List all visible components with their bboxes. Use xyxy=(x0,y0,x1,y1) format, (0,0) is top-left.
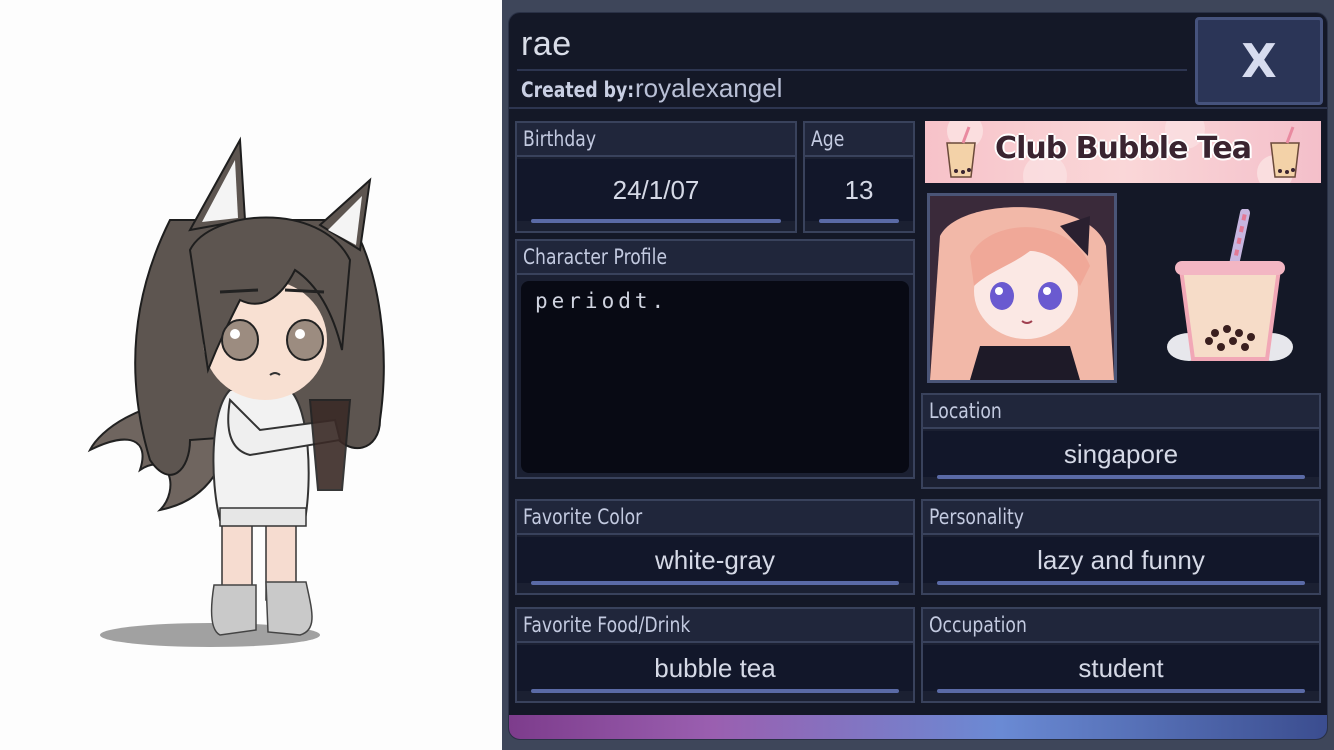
character-sprite xyxy=(87,136,385,647)
favorite-food-field[interactable]: Favorite Food/Drink bubble tea xyxy=(515,607,915,703)
favorite-color-field[interactable]: Favorite Color white-gray xyxy=(515,499,915,595)
birthday-field[interactable]: Birthday 24/1/07 xyxy=(515,121,797,233)
created-by-row: Created by: royalexangel xyxy=(521,73,782,107)
bubble-tea-icon xyxy=(1167,209,1293,361)
created-by-label: Created by: xyxy=(521,78,635,102)
age-underline xyxy=(819,219,899,223)
occupation-value[interactable]: student xyxy=(923,645,1319,691)
bottom-gradient-bar xyxy=(509,715,1327,739)
club-banner: Club Bubble Tea xyxy=(925,121,1321,183)
personality-underline xyxy=(937,581,1305,585)
profile-panel: rae Created by: royalexangel X Birthday … xyxy=(502,0,1334,750)
occupation-underline xyxy=(937,689,1305,693)
location-field[interactable]: Location singapore xyxy=(921,393,1321,489)
banner-title: Club Bubble Tea xyxy=(995,131,1252,166)
favorite-color-underline xyxy=(531,581,899,585)
age-label: Age xyxy=(811,127,845,151)
age-value[interactable]: 13 xyxy=(805,159,913,221)
location-label: Location xyxy=(929,399,1002,423)
avatar-image xyxy=(930,196,1114,380)
location-underline xyxy=(937,475,1305,479)
favorite-food-underline xyxy=(531,689,899,693)
character-profile-field[interactable]: Character Profile periodt. xyxy=(515,239,915,479)
profile-textarea[interactable]: periodt. xyxy=(521,281,909,473)
birthday-value[interactable]: 24/1/07 xyxy=(517,159,795,221)
favorite-color-value[interactable]: white-gray xyxy=(517,537,913,583)
close-button[interactable]: X xyxy=(1195,17,1323,105)
favorite-food-value[interactable]: bubble tea xyxy=(517,645,913,691)
creator-name[interactable]: royalexangel xyxy=(635,73,782,104)
occupation-label: Occupation xyxy=(929,613,1027,637)
character-name: rae xyxy=(521,25,572,63)
favorite-color-label: Favorite Color xyxy=(523,505,643,529)
location-value[interactable]: singapore xyxy=(923,431,1319,477)
occupation-field[interactable]: Occupation student xyxy=(921,607,1321,703)
header-bottom-divider xyxy=(509,107,1327,109)
personality-value[interactable]: lazy and funny xyxy=(923,537,1319,583)
profile-label: Character Profile xyxy=(523,245,668,269)
character-preview-area xyxy=(0,0,502,750)
avatar-portrait[interactable] xyxy=(927,193,1117,383)
personality-label: Personality xyxy=(929,505,1024,529)
age-field[interactable]: Age 13 xyxy=(803,121,915,233)
header-divider xyxy=(517,69,1187,71)
profile-card: rae Created by: royalexangel X Birthday … xyxy=(508,12,1328,740)
close-icon: X xyxy=(1241,34,1277,88)
favorite-food-label: Favorite Food/Drink xyxy=(523,613,691,637)
birthday-label: Birthday xyxy=(523,127,597,151)
birthday-underline xyxy=(531,219,781,223)
personality-field[interactable]: Personality lazy and funny xyxy=(921,499,1321,595)
